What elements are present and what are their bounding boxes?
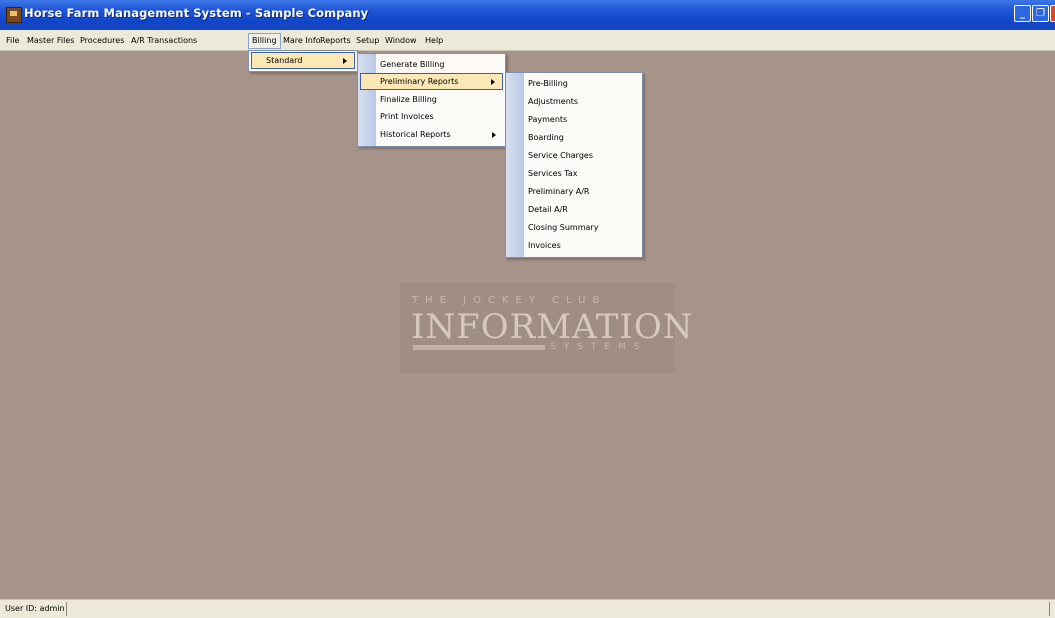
status-divider: [1049, 602, 1050, 616]
menu-item-label: Boarding: [528, 133, 564, 142]
window-title: Horse Farm Management System - Sample Co…: [24, 6, 369, 20]
menu-item-service-charges[interactable]: Service Charges: [508, 147, 640, 164]
menu-item-preliminary-ar[interactable]: Preliminary A/R: [508, 183, 640, 200]
menu-window[interactable]: Window: [382, 34, 420, 48]
menu-help[interactable]: Help: [422, 34, 446, 48]
menu-item-label: Standard: [266, 56, 303, 65]
menu-item-print-invoices[interactable]: Print Invoices: [360, 108, 503, 125]
menu-item-label: Print Invoices: [380, 112, 434, 121]
menu-item-label: Generate Billing: [380, 60, 445, 69]
submenu-arrow-icon: [492, 132, 496, 138]
menu-item-label: Preliminary A/R: [528, 187, 590, 196]
menu-bar: File Master Files Procedures A/R Transac…: [0, 30, 1055, 51]
logo-underline: [413, 345, 545, 350]
menu-reports[interactable]: Reports: [317, 34, 354, 48]
menu-setup[interactable]: Setup: [353, 34, 382, 48]
menu-item-label: Finalize Billing: [380, 95, 437, 104]
logo-main-text: INFORMATION: [411, 307, 694, 347]
menu-master-files[interactable]: Master Files: [24, 34, 77, 48]
menu-procedures[interactable]: Procedures: [77, 34, 127, 48]
menu-billing[interactable]: Billing: [248, 33, 281, 49]
close-button[interactable]: ✕: [1050, 5, 1055, 22]
menu-item-label: Closing Summary: [528, 223, 599, 232]
submenu-arrow-icon: [491, 79, 495, 85]
menu-item-label: Pre-Billing: [528, 79, 568, 88]
menu-item-adjustments[interactable]: Adjustments: [508, 93, 640, 110]
standard-submenu: Generate Billing Preliminary Reports Fin…: [357, 53, 506, 147]
menu-item-payments[interactable]: Payments: [508, 111, 640, 128]
menu-item-detail-ar[interactable]: Detail A/R: [508, 201, 640, 218]
menu-item-preliminary-reports[interactable]: Preliminary Reports: [360, 73, 503, 90]
minimize-icon: _: [1020, 8, 1025, 19]
menu-item-label: Preliminary Reports: [380, 77, 459, 86]
menu-item-label: Service Charges: [528, 151, 593, 160]
logo-top-text: THE JOCKEY CLUB: [412, 295, 607, 306]
menu-item-historical-reports[interactable]: Historical Reports: [360, 126, 503, 143]
menu-item-label: Payments: [528, 115, 568, 124]
menu-item-label: Services Tax: [528, 169, 578, 178]
menu-item-standard[interactable]: Standard: [251, 52, 355, 69]
menu-file[interactable]: File: [3, 34, 22, 48]
menu-item-finalize-billing[interactable]: Finalize Billing: [360, 91, 503, 108]
restore-button[interactable]: ❐: [1032, 5, 1049, 22]
menu-item-invoices[interactable]: Invoices: [508, 237, 640, 254]
jockey-club-logo: THE JOCKEY CLUB INFORMATION SYSTEMS: [400, 283, 693, 373]
preliminary-reports-submenu: Pre-Billing Adjustments Payments Boardin…: [505, 72, 643, 258]
minimize-button[interactable]: _: [1014, 5, 1031, 22]
status-bar: User ID: admin: [0, 599, 1055, 618]
title-bar[interactable]: Horse Farm Management System - Sample Co…: [0, 0, 1055, 30]
menu-item-label: Adjustments: [528, 97, 579, 106]
menu-item-boarding[interactable]: Boarding: [508, 129, 640, 146]
billing-menu: Standard: [248, 50, 358, 72]
status-divider: [66, 602, 67, 616]
logo-sub-text: SYSTEMS: [550, 342, 648, 352]
menu-item-services-tax[interactable]: Services Tax: [508, 165, 640, 182]
menu-ar-transactions[interactable]: A/R Transactions: [128, 34, 200, 48]
menu-item-label: Detail A/R: [528, 205, 568, 214]
submenu-arrow-icon: [343, 58, 347, 64]
status-user-id: User ID: admin: [5, 604, 65, 613]
menu-item-label: Invoices: [528, 241, 561, 250]
menu-item-closing-summary[interactable]: Closing Summary: [508, 219, 640, 236]
app-icon: [6, 7, 22, 23]
menu-item-pre-billing[interactable]: Pre-Billing: [508, 75, 640, 92]
menu-item-label: Historical Reports: [380, 130, 451, 139]
menu-item-generate-billing[interactable]: Generate Billing: [360, 56, 503, 73]
restore-icon: ❐: [1036, 8, 1045, 19]
